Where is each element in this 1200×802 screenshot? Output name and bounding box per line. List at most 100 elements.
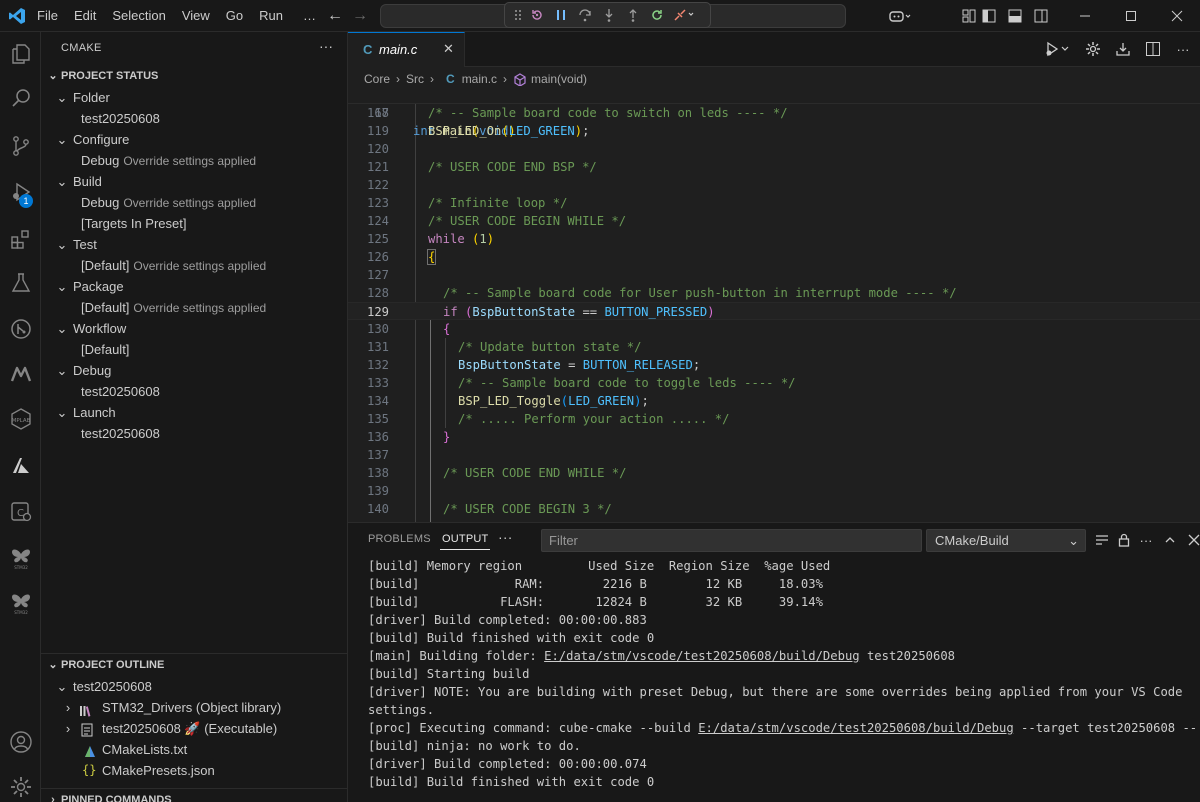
- code-line[interactable]: 118/* -- Sample board code to switch on …: [348, 104, 1200, 122]
- gitlens-icon[interactable]: [0, 309, 41, 349]
- code-line[interactable]: 140/* USER CODE BEGIN 3 */: [348, 500, 1200, 518]
- stm32-butterfly-icon[interactable]: STM32: [0, 537, 41, 577]
- menu-run[interactable]: Run: [251, 0, 291, 32]
- tree-item-test-preset[interactable]: [Default] Override settings applied: [41, 255, 347, 276]
- code-line[interactable]: 122: [348, 176, 1200, 194]
- tree-item-build-targets[interactable]: [Targets In Preset]: [41, 213, 347, 234]
- maximize-panel-icon[interactable]: [1160, 530, 1180, 550]
- code-line[interactable]: 124/* USER CODE BEGIN WHILE */: [348, 212, 1200, 230]
- disconnect-icon[interactable]: [669, 3, 699, 27]
- more-actions-icon[interactable]: ···: [1172, 38, 1194, 60]
- step-out-icon[interactable]: [621, 3, 645, 27]
- close-tab-icon[interactable]: ✕: [443, 41, 454, 57]
- build-path-link[interactable]: E:/data/stm/vscode/test20250608/build/De…: [544, 649, 860, 663]
- tree-item-build[interactable]: ⌄ Build: [41, 171, 347, 192]
- pinned-commands-header[interactable]: › PINNED COMMANDS: [41, 788, 348, 802]
- outline-target-executable[interactable]: › test20250608 🚀 (Executable): [41, 718, 347, 739]
- menu-more[interactable]: …: [291, 0, 324, 32]
- toggle-panel-icon[interactable]: [1002, 0, 1028, 32]
- code-line[interactable]: 131/* Update button state */: [348, 338, 1200, 356]
- toggle-primary-sidebar-icon[interactable]: [976, 0, 1002, 32]
- code-line[interactable]: 138/* USER CODE END WHILE */: [348, 464, 1200, 482]
- tab-main-c[interactable]: C main.c ✕: [348, 32, 465, 67]
- code-line[interactable]: 136}: [348, 428, 1200, 446]
- tab-problems[interactable]: PROBLEMS: [368, 533, 431, 545]
- pause-icon[interactable]: [549, 3, 573, 27]
- step-over-icon[interactable]: [573, 3, 597, 27]
- settings-gear-icon[interactable]: [1082, 38, 1104, 60]
- code-line-current[interactable]: 129 if (BspButtonState == BUTTON_PRESSED): [348, 302, 1200, 320]
- code-line[interactable]: 139: [348, 482, 1200, 500]
- tree-item-package[interactable]: ⌄ Package: [41, 276, 347, 297]
- outline-project[interactable]: ⌄ test20250608: [41, 676, 347, 697]
- explorer-icon[interactable]: [0, 34, 41, 74]
- tree-item-folder-value[interactable]: test20250608: [41, 108, 347, 129]
- search-icon[interactable]: [0, 78, 41, 118]
- code-line[interactable]: 130{: [348, 320, 1200, 338]
- outline-target-drivers[interactable]: › STM32_Drivers (Object library): [41, 697, 347, 718]
- maximize-icon[interactable]: [1108, 0, 1154, 32]
- tree-item-workflow-preset[interactable]: [Default]: [41, 339, 347, 360]
- code-line[interactable]: 132 BspButtonState = BUTTON_RELEASED;: [348, 356, 1200, 374]
- manage-gear-icon[interactable]: [0, 767, 41, 802]
- more-tabs-icon[interactable]: ···: [498, 529, 513, 545]
- close-window-icon[interactable]: [1154, 0, 1200, 32]
- output-channel-select[interactable]: CMake/Build ⌄: [926, 529, 1086, 552]
- menu-view[interactable]: View: [174, 0, 218, 32]
- download-build-icon[interactable]: [1112, 38, 1134, 60]
- more-actions-icon[interactable]: ···: [1136, 530, 1156, 550]
- outline-file-cmakepresets[interactable]: {} CMakePresets.json: [41, 760, 347, 781]
- code-line[interactable]: 133/* -- Sample board code to toggle led…: [348, 374, 1200, 392]
- project-status-header[interactable]: ⌄ PROJECT STATUS: [41, 65, 348, 87]
- stm32-butterfly-icon-2[interactable]: STM32: [0, 582, 41, 622]
- code-line[interactable]: 126{: [348, 248, 1200, 266]
- step-into-icon[interactable]: [597, 3, 621, 27]
- minimize-icon[interactable]: [1062, 0, 1108, 32]
- restart-frame-icon[interactable]: [525, 3, 549, 27]
- outline-file-cmakelists[interactable]: CMakeLists.txt: [41, 739, 347, 760]
- code-line[interactable]: 125 while (1): [348, 230, 1200, 248]
- output-log[interactable]: [build] Memory region Used Size Region S…: [348, 557, 1200, 802]
- menu-file[interactable]: File: [37, 0, 66, 32]
- tree-item-workflow[interactable]: ⌄ Workflow: [41, 318, 347, 339]
- code-line[interactable]: 121/* USER CODE END BSP */: [348, 158, 1200, 176]
- code-editor[interactable]: 67 int main(void) 118/* -- Sample board …: [348, 86, 1200, 522]
- menu-edit[interactable]: Edit: [66, 0, 104, 32]
- code-line[interactable]: 134 BSP_LED_Toggle(LED_GREEN);: [348, 392, 1200, 410]
- toggle-secondary-sidebar-icon[interactable]: [1028, 0, 1054, 32]
- c-cpp-settings-icon[interactable]: C: [0, 492, 41, 532]
- code-line[interactable]: 127: [348, 266, 1200, 284]
- forward-arrow-icon[interactable]: →: [352, 7, 368, 25]
- word-wrap-icon[interactable]: [1092, 530, 1112, 550]
- customize-layout-icon[interactable]: [920, 0, 976, 32]
- project-outline-header[interactable]: ⌄ PROJECT OUTLINE: [41, 654, 348, 676]
- tree-item-configure[interactable]: ⌄ Configure: [41, 129, 347, 150]
- tree-item-package-preset[interactable]: [Default] Override settings applied: [41, 297, 347, 318]
- split-editor-icon[interactable]: [1142, 38, 1164, 60]
- accounts-icon[interactable]: [0, 722, 41, 762]
- azure-icon[interactable]: [0, 446, 41, 486]
- code-line[interactable]: 123/* Infinite loop */: [348, 194, 1200, 212]
- tree-item-build-preset[interactable]: Debug Override settings applied: [41, 192, 347, 213]
- source-control-icon[interactable]: [0, 126, 41, 166]
- lock-scroll-icon[interactable]: [1114, 530, 1134, 550]
- run-debug-dropdown-icon[interactable]: [1044, 38, 1074, 60]
- vscode-logo-icon[interactable]: [8, 7, 26, 25]
- more-actions-icon[interactable]: ···: [319, 38, 333, 54]
- back-arrow-icon[interactable]: ←: [327, 7, 343, 25]
- sticky-scroll-line[interactable]: 67 int main(void): [348, 86, 1200, 138]
- copilot-icon[interactable]: [882, 0, 920, 32]
- build-path-link[interactable]: E:/data/stm/vscode/test20250608/build/De…: [698, 721, 1014, 735]
- drag-handle-icon[interactable]: [511, 3, 525, 27]
- tree-item-launch[interactable]: ⌄ Launch: [41, 402, 347, 423]
- run-debug-icon[interactable]: 1: [0, 172, 41, 212]
- menu-go[interactable]: Go: [218, 0, 251, 32]
- code-line[interactable]: 135/* ..... Perform your action ..... */: [348, 410, 1200, 428]
- tree-item-configure-preset[interactable]: Debug Override settings applied: [41, 150, 347, 171]
- tree-item-debug-target[interactable]: test20250608: [41, 381, 347, 402]
- mplab-icon[interactable]: MPLAB: [0, 399, 41, 439]
- tree-item-debug[interactable]: ⌄ Debug: [41, 360, 347, 381]
- close-panel-icon[interactable]: [1184, 530, 1200, 550]
- output-filter-input[interactable]: Filter: [541, 529, 922, 552]
- tree-item-folder[interactable]: ⌄ Folder: [41, 87, 347, 108]
